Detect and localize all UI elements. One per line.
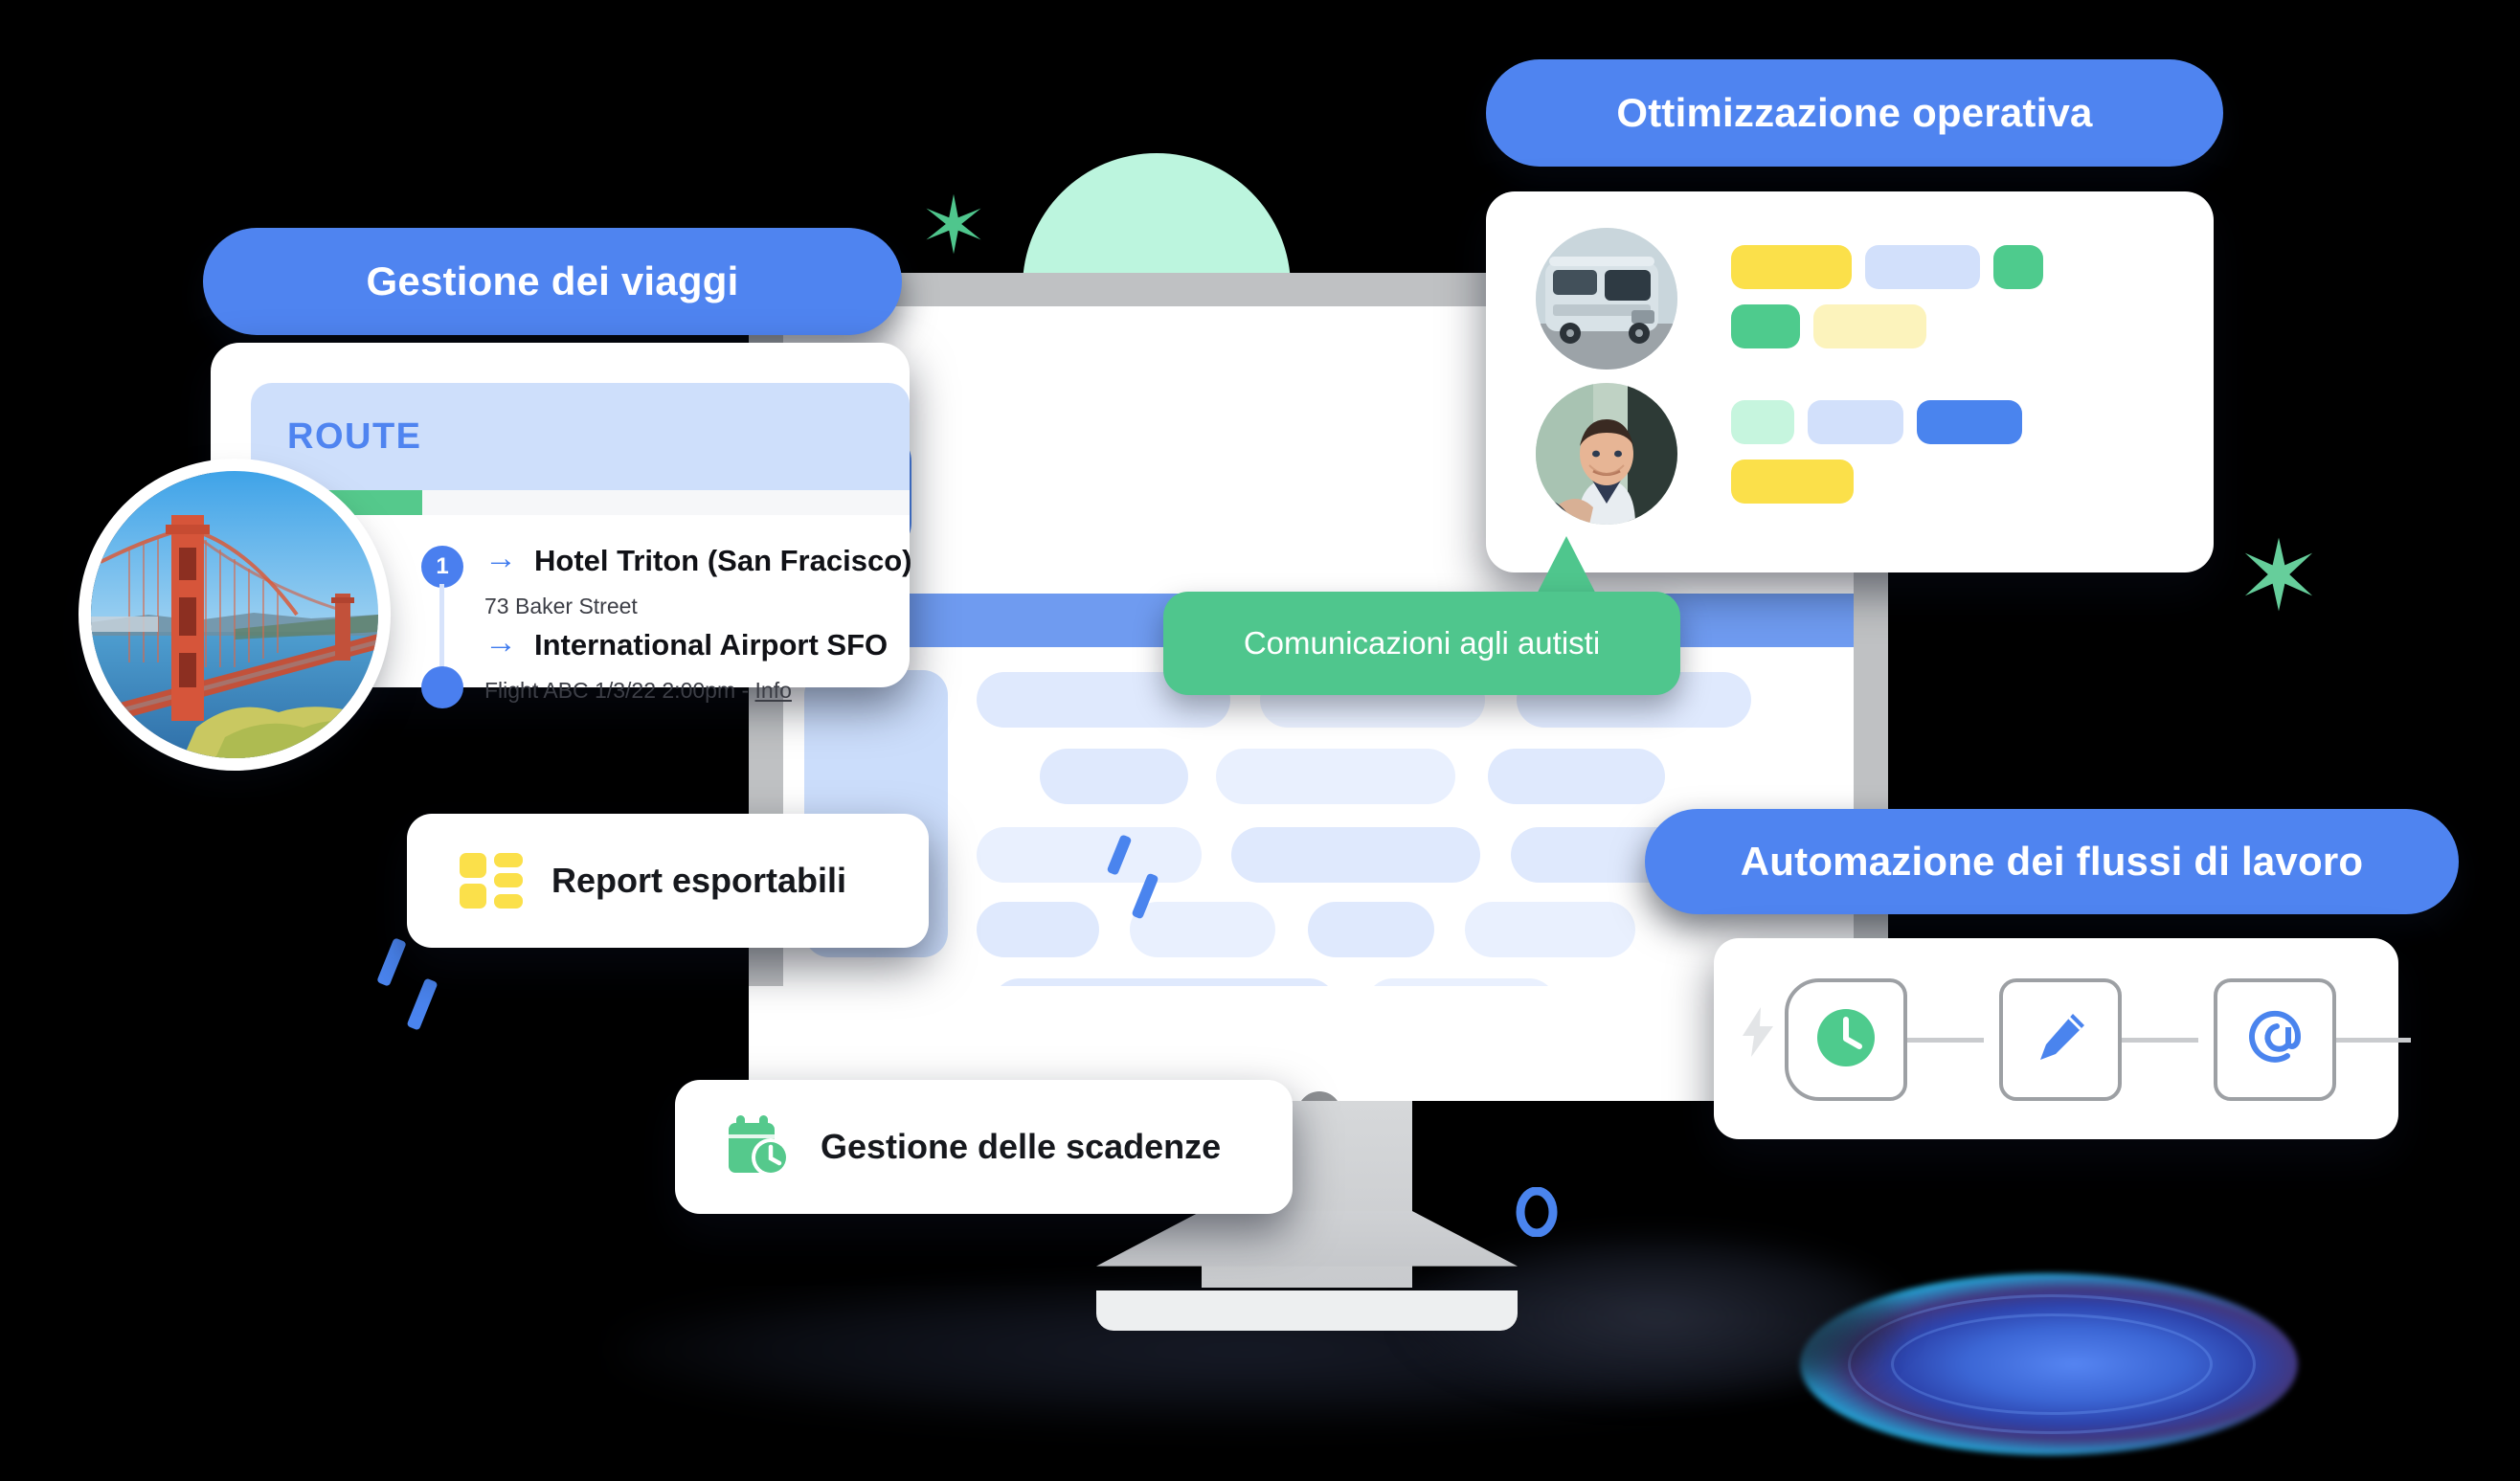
message-bar [1865,245,1980,289]
route-stop-detail: 73 Baker Street [484,594,638,618]
route-stop-name: Hotel Triton (San Fracisco) [534,544,912,577]
destination-photo-avatar [91,471,378,758]
badge-operational-optimization[interactable]: Ottimizzazione operativa [1486,59,2223,167]
badge-workflow-automation[interactable]: Automazione dei flussi di lavoro [1645,809,2459,914]
monitor-stand-base [1096,1290,1518,1331]
workflow-automation-card [1714,938,2411,1139]
sparkle-star-icon [2240,536,2317,613]
feature-card-deadlines-label: Gestione delle scadenze [821,1127,1222,1166]
route-stop-number: 1 [436,553,449,579]
sparkle-star-icon [921,191,986,257]
tooltip-driver-communications[interactable]: Comunicazioni agli autisti [1163,592,1680,695]
ring-accent-icon [1516,1187,1558,1237]
message-bar [1808,400,1903,444]
workflow-connector [1905,1038,1984,1043]
dashboard-grid-icon [460,853,523,909]
workflow-node-trigger[interactable] [1785,978,1907,1101]
golden-gate-bridge-image [91,471,378,758]
route-progress-track [251,490,910,515]
route-stop-marker[interactable] [421,666,463,708]
feature-card-reports-label: Report esportabili [551,861,847,900]
skeleton-pill [1040,749,1188,804]
skeleton-pill [1231,827,1480,883]
message-bar [1731,400,1794,444]
message-bar [1993,245,2043,289]
skeleton-pill [977,827,1202,883]
route-info-link[interactable]: Info [755,678,792,703]
feature-card-deadlines[interactable]: Gestione delle scadenze [675,1080,1293,1214]
feature-card-reports[interactable]: Report esportabili [407,814,929,948]
skeleton-pill [977,902,1099,957]
accent-dash [406,977,439,1031]
badge-automation-label: Automazione dei flussi di lavoro [1740,839,2364,884]
message-bar [1917,400,2022,444]
accent-dash [376,937,407,987]
illustration-canvas: Gestione dei viaggi Ottimizzazione opera… [0,0,2520,1481]
message-bar [1731,304,1800,348]
lightning-bolt-icon [1741,1007,1775,1062]
glow-ring [1891,1313,2213,1415]
clock-icon [1816,1008,1876,1072]
bus-avatar [1536,228,1677,370]
skeleton-pill [1308,902,1434,957]
arrow-right-icon: → [484,624,517,661]
skeleton-pill [1216,749,1455,804]
skeleton-pill [1130,902,1275,957]
arrow-right-icon: → [484,540,517,576]
workflow-node-email[interactable] [2214,978,2336,1101]
message-bar [1813,304,1926,348]
workflow-connector [2334,1038,2411,1043]
route-stop-name: International Airport SFO [534,628,889,662]
route-flight-detail: Flight ABC 1/3/22 2:00pm - [484,678,755,703]
driver-avatar [1536,383,1677,525]
skeleton-pill [992,978,1337,986]
route-card-header: ROUTE [251,383,910,490]
route-stop-detail: Flight ABC 1/3/22 2:00pm - Info [484,678,792,704]
badge-travel-management[interactable]: Gestione dei viaggi [203,228,902,335]
badge-optimization-label: Ottimizzazione operativa [1616,90,2093,135]
message-bar [1731,245,1852,289]
badge-travel-label: Gestione dei viaggi [366,258,739,303]
driver-communications-card [1486,191,2214,572]
pencil-icon [2031,1008,2090,1072]
message-bar [1731,460,1854,504]
calendar-clock-icon [723,1115,792,1178]
workflow-node-edit[interactable] [1999,978,2122,1101]
at-sign-icon [2245,1008,2305,1072]
skeleton-pill [1465,902,1635,957]
route-title: ROUTE [287,415,422,457]
route-stop-marker[interactable]: 1 [421,546,463,588]
skeleton-pill [1488,749,1665,804]
tooltip-label: Comunicazioni agli autisti [1243,625,1601,661]
workflow-connector [2120,1038,2198,1043]
skeleton-pill [1365,978,1557,986]
